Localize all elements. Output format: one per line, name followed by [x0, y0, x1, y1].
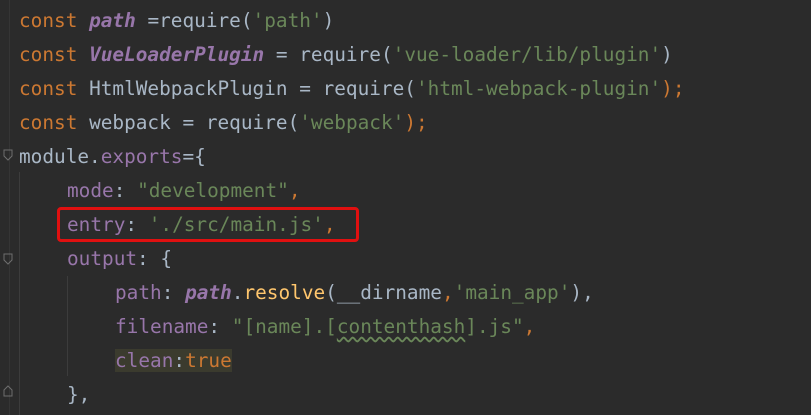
colon: :	[173, 349, 186, 372]
code-line-2: const VueLoaderPlugin = require('vue-loa…	[19, 38, 673, 72]
property-name: output	[67, 247, 138, 270]
colon: :	[137, 247, 161, 270]
property-name: entry	[67, 213, 126, 236]
keyword: const	[19, 9, 78, 32]
keyword: const	[19, 111, 78, 134]
function-call: require	[205, 111, 288, 134]
highlighted-usage: clean:true	[115, 349, 232, 372]
function-call: resolve	[243, 281, 326, 304]
paren: );	[661, 77, 685, 100]
keyword: const	[19, 77, 78, 100]
string-literal: './src/main.js'	[148, 213, 324, 236]
paren: (	[404, 77, 416, 100]
paren: (	[287, 111, 300, 134]
variable-name: webpack	[89, 111, 171, 134]
fold-expand-icon[interactable]	[3, 385, 13, 397]
code-line-5: module.exports={	[19, 140, 206, 174]
brace: ={	[182, 145, 206, 168]
code-line-6: mode: "development",	[67, 174, 301, 208]
string-literal: "[name].[	[231, 315, 337, 338]
indent-guide	[19, 172, 20, 415]
operator: =	[170, 111, 206, 134]
operator: =	[135, 9, 160, 32]
string-literal: 'html-webpack-plugin'	[415, 77, 662, 100]
variable-name: HtmlWebpackPlugin	[89, 77, 288, 100]
code-line-3: const HtmlWebpackPlugin = require('html-…	[19, 72, 685, 106]
spellcheck-string: contenthash	[336, 315, 466, 338]
colon: :	[208, 315, 232, 338]
code-line-4: const webpack = require('webpack');	[19, 106, 428, 140]
property-name: filename	[115, 315, 209, 338]
string-literal: "development"	[137, 179, 289, 202]
operator: =	[264, 43, 300, 66]
code-line-12: },	[67, 378, 90, 412]
variable-name: path	[89, 9, 136, 32]
code-editor[interactable]: const path =require('path') const VueLoa…	[0, 0, 811, 415]
paren: (	[380, 43, 393, 66]
property-name: mode	[67, 179, 114, 202]
colon: :	[113, 179, 138, 202]
comma: ,	[323, 213, 336, 236]
identifier: __dirname	[336, 281, 442, 304]
string-literal: 'vue-loader/lib/plugin'	[392, 43, 662, 66]
operator: =	[287, 77, 323, 100]
code-line-10: filename: "[name].[contenthash].js",	[115, 310, 535, 344]
string-literal: 'main_app'	[453, 281, 571, 304]
paren: ),	[570, 281, 594, 304]
brace: {	[160, 247, 173, 270]
comma: ,	[441, 281, 454, 304]
string-literal: 'webpack'	[299, 111, 405, 134]
function-call: require	[159, 9, 241, 32]
dot: .	[89, 145, 101, 168]
dot: .	[231, 281, 244, 304]
paren: )	[322, 9, 335, 32]
colon: :	[125, 213, 149, 236]
closing-brace: },	[67, 383, 91, 406]
object-name: module	[19, 145, 90, 168]
code-line-11: clean:true	[115, 344, 232, 378]
fold-collapse-icon[interactable]	[3, 253, 13, 265]
string-literal: 'path'	[252, 9, 323, 32]
property-name: exports	[100, 145, 183, 168]
function-call: require	[322, 77, 405, 100]
string-literal: ].js"	[465, 315, 524, 338]
object-name: path	[185, 281, 232, 304]
code-line-8: output: {	[67, 242, 172, 276]
comma: ,	[523, 315, 536, 338]
paren: );	[404, 111, 428, 134]
paren: (	[325, 281, 337, 304]
comma: ,	[288, 179, 301, 202]
keyword: const	[19, 43, 78, 66]
paren: (	[240, 9, 253, 32]
indent-guide	[67, 276, 68, 376]
function-call: require	[299, 43, 381, 66]
code-line-7: entry: './src/main.js',	[67, 208, 336, 242]
colon: :	[161, 281, 186, 304]
property-name: clean	[115, 349, 174, 372]
gutter-divider	[9, 0, 10, 415]
variable-name: VueLoaderPlugin	[89, 43, 265, 66]
code-line-1: const path =require('path')	[19, 4, 334, 38]
paren: )	[661, 43, 673, 66]
fold-collapse-icon[interactable]	[3, 149, 13, 161]
boolean-literal: true	[185, 349, 232, 372]
code-line-9: path: path.resolve(__dirname,'main_app')…	[115, 276, 594, 310]
property-name: path	[115, 281, 162, 304]
